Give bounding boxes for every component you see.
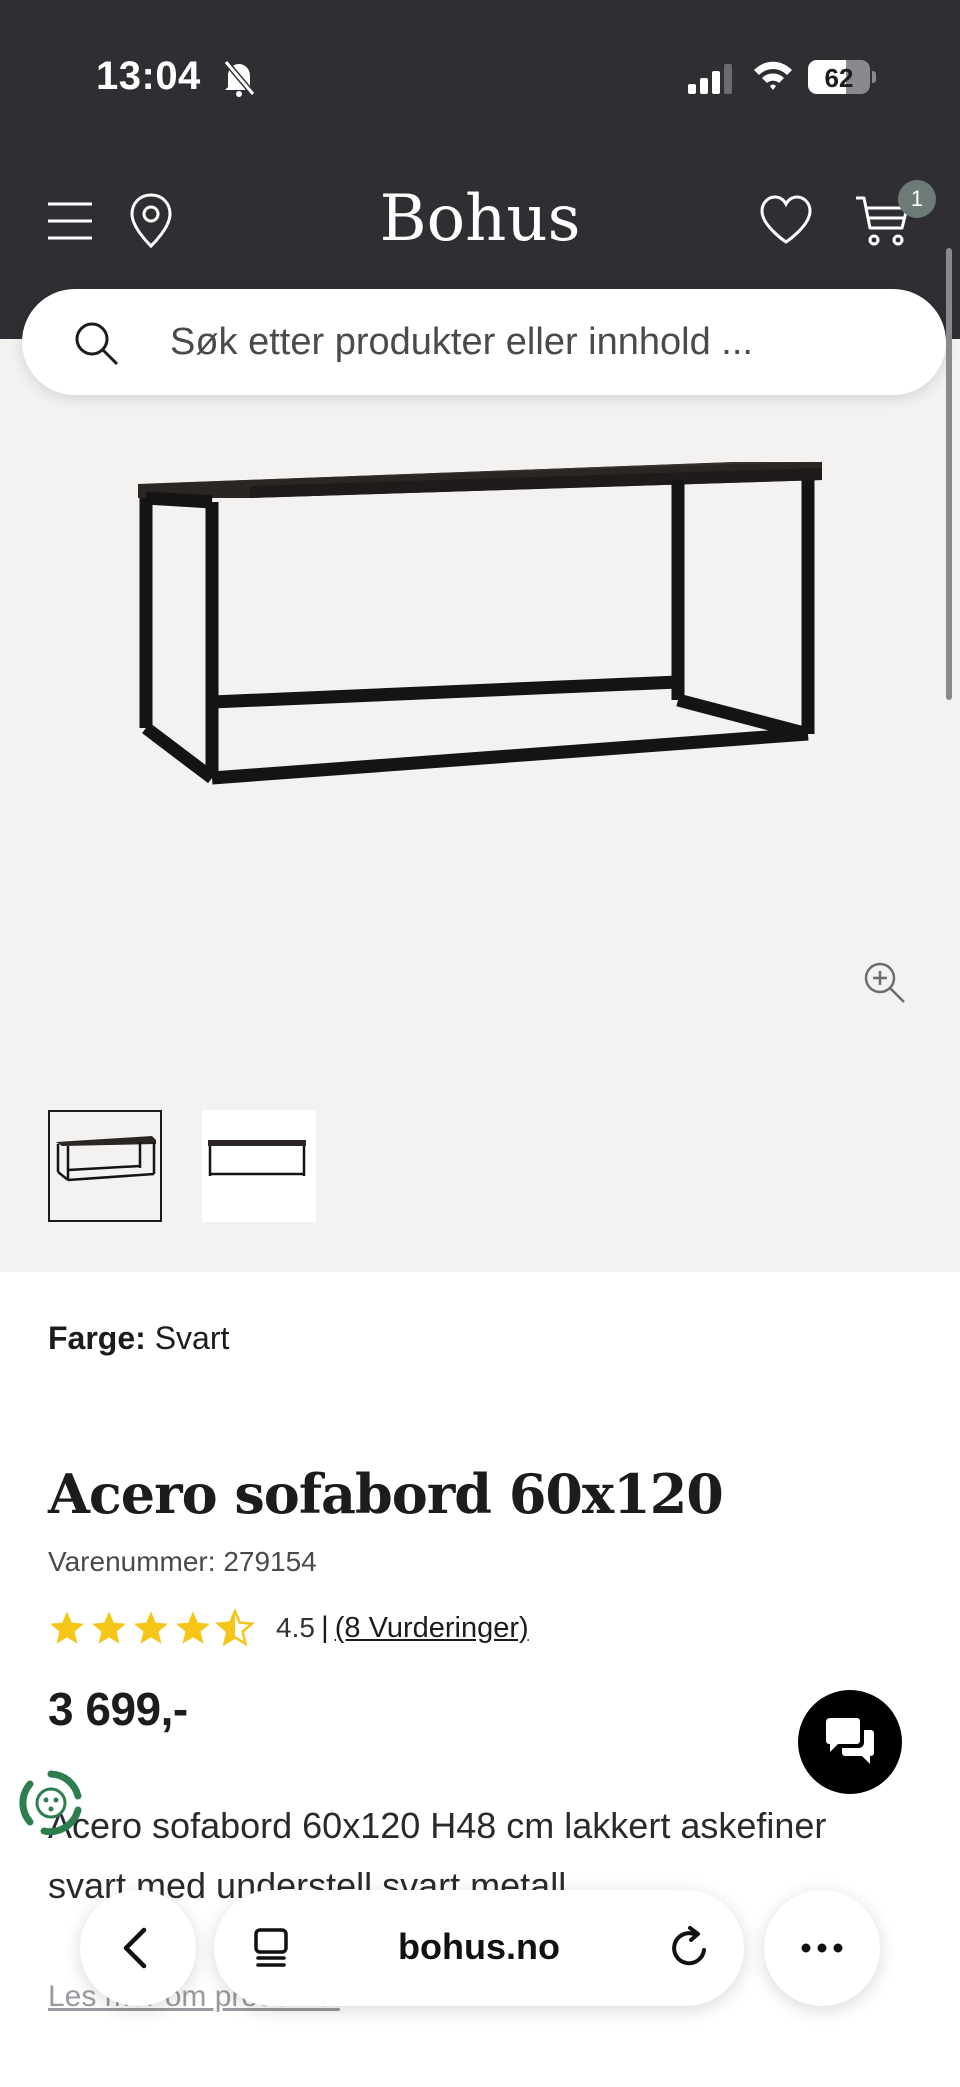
- chat-button[interactable]: [798, 1690, 902, 1794]
- rating-separator: |: [320, 1611, 329, 1644]
- search-input[interactable]: [170, 311, 890, 373]
- reload-icon[interactable]: [668, 1926, 712, 1970]
- search-icon[interactable]: [72, 319, 120, 367]
- thumbnail-image: [208, 1140, 306, 1176]
- address-bar[interactable]: bohus.no: [214, 1890, 744, 2006]
- star-icon: [134, 1611, 168, 1644]
- rating-stars: [48, 1609, 254, 1647]
- more-icon: [801, 1943, 843, 1953]
- rating-value: 4.5: [276, 1612, 315, 1643]
- back-arrow-icon: [123, 1927, 147, 1969]
- color-info: Farge: Svart: [48, 1320, 229, 1357]
- menu-icon[interactable]: [46, 198, 94, 244]
- heart-icon[interactable]: [758, 194, 814, 246]
- product-title: Acero sofabord 60x120: [48, 1462, 724, 1526]
- search-bar[interactable]: [22, 289, 946, 395]
- reviews-link[interactable]: (8 Vurderinger): [335, 1612, 529, 1645]
- product-image[interactable]: [120, 440, 840, 800]
- status-time: 13:04: [96, 54, 201, 98]
- thumbnail-image: [56, 1136, 156, 1182]
- eco-badge-icon[interactable]: [16, 1768, 86, 1838]
- chat-icon: [826, 1718, 874, 1764]
- color-value: Svart: [154, 1320, 230, 1356]
- color-label: Farge:: [48, 1320, 146, 1356]
- zoom-in-icon[interactable]: [860, 958, 908, 1006]
- thumbnail-2[interactable]: [202, 1110, 316, 1222]
- half-star-icon: [216, 1609, 254, 1647]
- scrollbar[interactable]: [946, 248, 952, 700]
- cart-count-badge: 1: [898, 180, 936, 218]
- star-icon: [50, 1611, 84, 1644]
- wifi-icon: [754, 61, 792, 90]
- battery-icon: 62: [808, 60, 876, 94]
- url-text: bohus.no: [398, 1926, 560, 1967]
- rating: 4.5 | (8 Vurderinger): [48, 1608, 529, 1648]
- sku-number: Varenummer: 279154: [48, 1546, 317, 1577]
- thumbnail-1[interactable]: [48, 1110, 162, 1222]
- star-icon: [176, 1611, 210, 1644]
- back-button[interactable]: [80, 1890, 196, 2006]
- battery-percent: 62: [824, 63, 854, 93]
- more-button[interactable]: [764, 1890, 880, 2006]
- star-icon: [92, 1611, 126, 1644]
- bell-slash-icon: [223, 60, 256, 97]
- location-pin-icon[interactable]: [128, 192, 174, 250]
- product-price: 3 699,-: [48, 1683, 188, 1735]
- signal-icon: [688, 64, 732, 94]
- bohus-logo[interactable]: Bohus: [330, 182, 630, 256]
